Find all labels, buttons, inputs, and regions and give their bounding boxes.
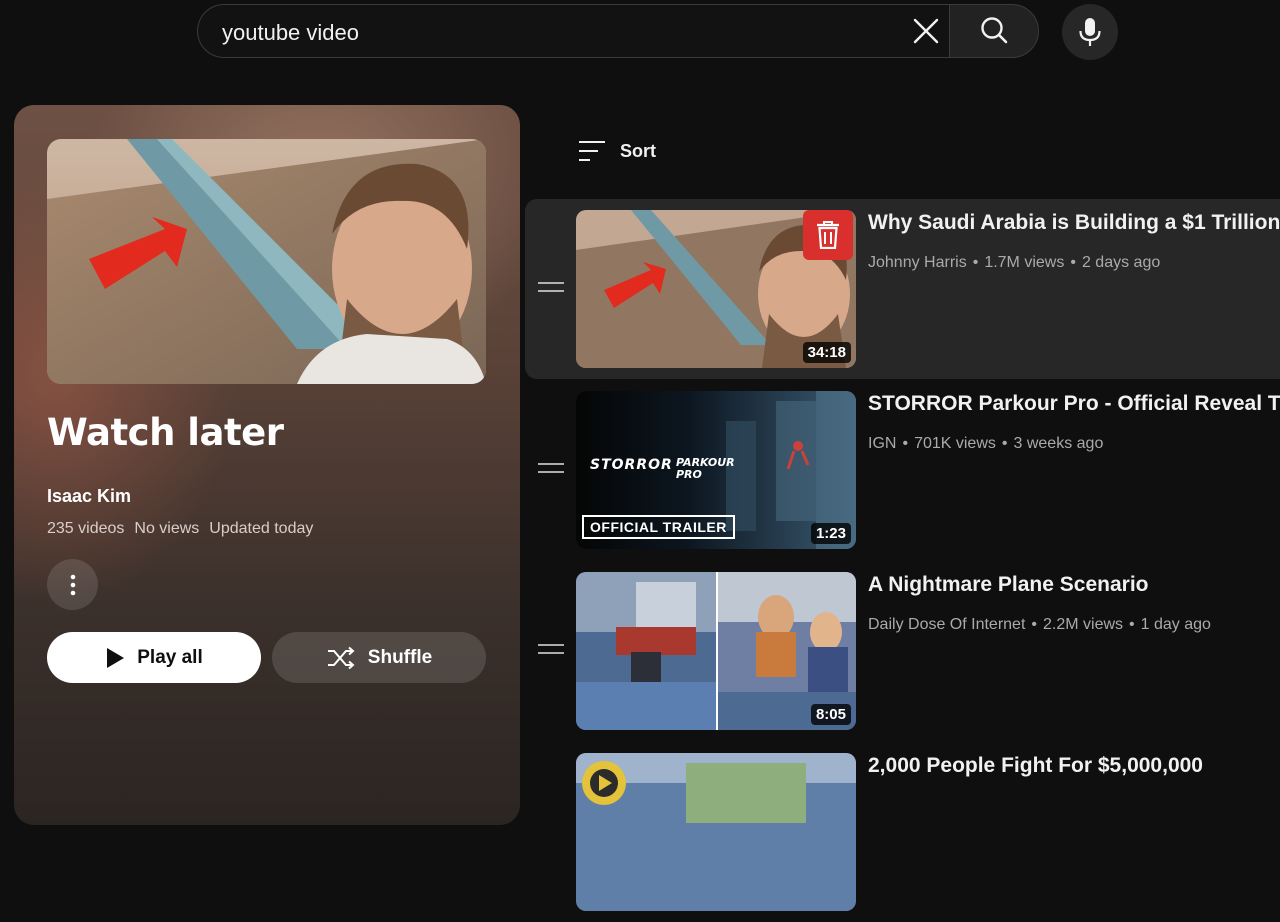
view-count: 701K views — [914, 435, 996, 452]
video-row[interactable]: 2,000 People Fight For $5,000,000 — [525, 742, 1280, 922]
upload-age: 2 days ago — [1081, 254, 1161, 271]
channel-name[interactable]: Johnny Harris — [868, 254, 967, 272]
close-icon — [913, 18, 939, 44]
microphone-icon — [1079, 18, 1101, 46]
playlist-thumbnail[interactable] — [47, 139, 486, 384]
more-actions-button[interactable] — [47, 559, 98, 610]
shuffle-icon — [327, 646, 355, 669]
view-count: 2.2M views — [1043, 616, 1124, 633]
search-button[interactable] — [949, 4, 1039, 58]
remove-video-button[interactable] — [803, 210, 853, 260]
search-box[interactable] — [197, 4, 949, 61]
voice-search-button[interactable] — [1062, 4, 1118, 60]
drag-handle-icon[interactable] — [537, 461, 565, 475]
video-duration: 34:18 — [802, 342, 851, 363]
video-thumbnail[interactable]: 8:05 — [576, 572, 856, 730]
video-meta: IGN • 701K views • 3 weeks ago — [868, 435, 1104, 453]
channel-name[interactable]: Daily Dose Of Internet — [868, 616, 1025, 634]
upload-age: 3 weeks ago — [1013, 435, 1104, 452]
video-row[interactable]: STORROR PARKOUR PRO OFFICIAL TRAILER 1:2… — [525, 380, 1280, 560]
playlist-stats: 235 videos No views Updated today — [47, 520, 313, 538]
play-icon — [107, 647, 125, 668]
upload-age: 1 day ago — [1140, 616, 1211, 633]
thumbnail-sub: PARKOUR PRO — [676, 456, 735, 481]
more-vert-icon — [70, 574, 75, 595]
video-count: 235 videos — [47, 520, 125, 537]
video-title[interactable]: 2,000 People Fight For $5,000,000 — [868, 754, 1203, 778]
clear-search-button[interactable] — [904, 9, 948, 53]
shuffle-button[interactable]: Shuffle — [272, 632, 486, 683]
search-input[interactable] — [220, 5, 884, 61]
video-thumbnail-image — [576, 753, 856, 911]
channel-name[interactable]: IGN — [868, 435, 896, 453]
play-all-label: Play all — [137, 646, 203, 668]
thumbnail-badge: OFFICIAL TRAILER — [582, 515, 735, 539]
video-duration: 1:23 — [810, 523, 851, 544]
video-thumbnail[interactable]: STORROR PARKOUR PRO OFFICIAL TRAILER 1:2… — [576, 391, 856, 549]
playlist-title: Watch later — [47, 411, 284, 454]
video-title[interactable]: Why Saudi Arabia is Building a $1 Trilli… — [868, 211, 1280, 235]
video-duration: 8:05 — [810, 704, 851, 725]
view-count: No views — [134, 520, 200, 537]
video-row[interactable]: 34:18 Why Saudi Arabia is Building a $1 … — [525, 199, 1280, 379]
shuffle-label: Shuffle — [367, 646, 433, 668]
sort-label: Sort — [620, 140, 656, 161]
video-title[interactable]: A Nightmare Plane Scenario — [868, 573, 1148, 597]
play-all-button[interactable]: Play all — [47, 632, 261, 683]
drag-handle-icon[interactable] — [537, 280, 565, 294]
video-thumbnail[interactable] — [576, 753, 856, 911]
sort-button[interactable]: Sort — [578, 140, 656, 162]
updated-label: Updated today — [209, 520, 314, 537]
video-title[interactable]: STORROR Parkour Pro - Official Reveal Tr — [868, 392, 1280, 416]
video-meta: Daily Dose Of Internet • 2.2M views • 1 … — [868, 616, 1211, 634]
playlist-thumbnail-image — [47, 139, 486, 384]
drag-handle-icon[interactable] — [537, 642, 565, 656]
playlist-header-panel: Watch later Isaac Kim 235 videos No view… — [14, 105, 520, 825]
video-meta: Johnny Harris • 1.7M views • 2 days ago — [868, 254, 1161, 272]
view-count: 1.7M views — [984, 254, 1065, 271]
sort-icon — [579, 141, 605, 161]
search-icon — [981, 17, 1008, 44]
thumbnail-logo: STORROR — [590, 457, 673, 473]
trash-icon — [817, 221, 839, 249]
playlist-owner[interactable]: Isaac Kim — [47, 486, 131, 507]
video-row[interactable]: 8:05 A Nightmare Plane Scenario Daily Do… — [525, 561, 1280, 741]
